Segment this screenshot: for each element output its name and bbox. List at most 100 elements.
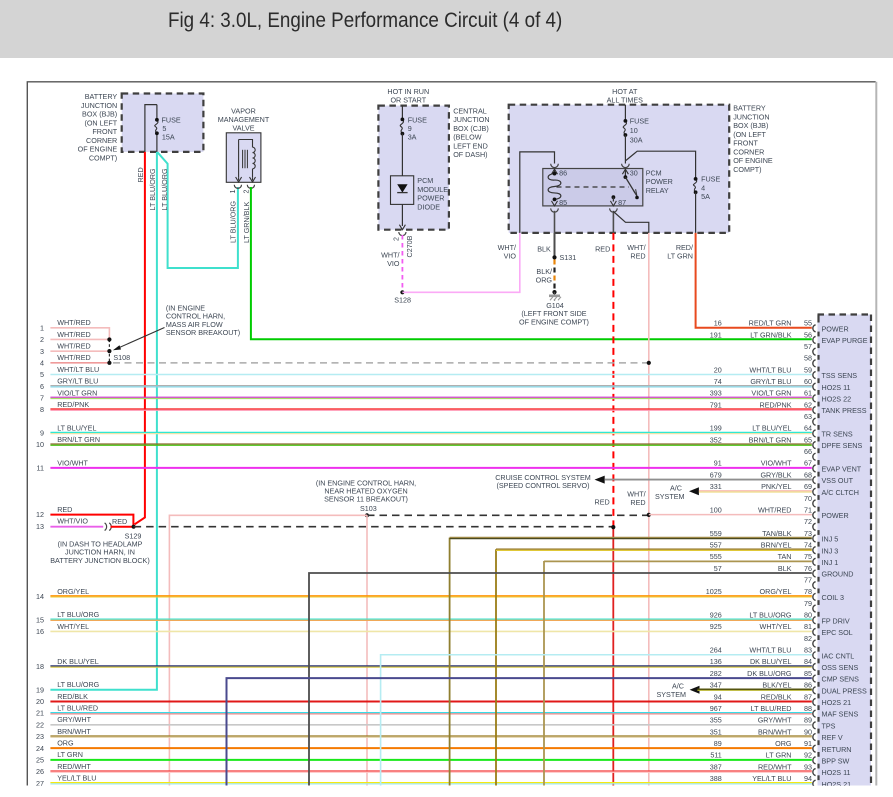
svg-text:LT BLU/RED: LT BLU/RED (57, 704, 98, 713)
svg-text:79: 79 (804, 599, 812, 608)
svg-text:SYSTEM: SYSTEM (655, 492, 685, 501)
svg-text:MODULE: MODULE (417, 185, 448, 194)
svg-text:VIO/WHT: VIO/WHT (761, 459, 792, 468)
svg-text:DIODE: DIODE (417, 202, 440, 211)
svg-text:ALL TIMES: ALL TIMES (607, 96, 644, 105)
svg-text:TR SENS: TR SENS (822, 429, 853, 438)
svg-text:CORNER: CORNER (733, 147, 764, 156)
svg-text:WHT/VIO: WHT/VIO (57, 517, 88, 526)
svg-text:EVAP PURGE: EVAP PURGE (822, 336, 868, 345)
svg-text:BRN/YEL: BRN/YEL (761, 540, 792, 549)
svg-text:100: 100 (710, 505, 722, 514)
svg-text:BLK: BLK (537, 244, 551, 253)
svg-text:VIO/LT GRN: VIO/LT GRN (751, 389, 791, 398)
svg-text:FUSE: FUSE (701, 175, 720, 184)
svg-text:LT BLU/YEL: LT BLU/YEL (57, 423, 96, 432)
svg-text:22: 22 (36, 720, 44, 729)
svg-text:10: 10 (36, 440, 44, 449)
svg-text:RED/LT GRN: RED/LT GRN (749, 319, 792, 328)
svg-text:91: 91 (714, 459, 722, 468)
svg-text:JUNCTION: JUNCTION (453, 115, 489, 124)
svg-text:74: 74 (804, 540, 812, 549)
svg-text:16: 16 (36, 627, 44, 636)
svg-text:GRY/LT BLU: GRY/LT BLU (57, 377, 98, 386)
svg-text:JUNCTION: JUNCTION (81, 101, 117, 110)
svg-text:RED: RED (630, 252, 645, 261)
svg-text:ORG: ORG (775, 739, 792, 748)
svg-text:VIO/LT GRN: VIO/LT GRN (57, 388, 97, 397)
svg-text:926: 926 (710, 611, 722, 620)
svg-text:60: 60 (804, 377, 812, 386)
svg-text:2: 2 (392, 237, 401, 241)
svg-text:85: 85 (804, 669, 812, 678)
svg-text:88: 88 (804, 704, 812, 713)
svg-text:LT BLU/ORG: LT BLU/ORG (160, 168, 169, 210)
svg-text:TAN/BLK: TAN/BLK (762, 529, 792, 538)
svg-text:15: 15 (36, 615, 44, 624)
svg-text:BRN/WHT: BRN/WHT (57, 727, 91, 736)
svg-text:23: 23 (36, 732, 44, 741)
svg-text:BRN/LT GRN: BRN/LT GRN (57, 435, 100, 444)
svg-text:67: 67 (804, 459, 812, 468)
svg-text:72: 72 (804, 517, 812, 526)
svg-text:HO2S 11: HO2S 11 (822, 768, 851, 777)
svg-text:POWER: POWER (822, 324, 849, 333)
svg-text:COMPT): COMPT) (733, 165, 761, 174)
svg-text:BRN/WHT: BRN/WHT (758, 727, 792, 736)
svg-text:FP DRIV: FP DRIV (822, 616, 850, 625)
svg-text:POWER: POWER (417, 194, 444, 203)
svg-text:331: 331 (710, 482, 722, 491)
svg-text:2: 2 (40, 335, 44, 344)
svg-text:393: 393 (710, 389, 722, 398)
svg-text:HOT IN RUN: HOT IN RUN (387, 87, 429, 96)
svg-text:94: 94 (804, 774, 812, 783)
svg-text:70: 70 (804, 494, 812, 503)
svg-text:MANAGEMENT: MANAGEMENT (218, 115, 270, 124)
svg-text:87: 87 (804, 692, 812, 701)
svg-text:3A: 3A (408, 132, 417, 141)
svg-text:57: 57 (714, 564, 722, 573)
svg-text:BOX (BJB): BOX (BJB) (82, 110, 117, 119)
svg-text:WHT/RED: WHT/RED (57, 330, 91, 339)
svg-text:347: 347 (710, 681, 722, 690)
svg-text:RED: RED (136, 167, 145, 182)
svg-text:BATTERY JUNCTION BLOCK): BATTERY JUNCTION BLOCK) (50, 556, 149, 565)
svg-text:83: 83 (804, 646, 812, 655)
svg-text:15A: 15A (162, 132, 175, 141)
svg-text:OR START: OR START (390, 96, 426, 105)
svg-text:63: 63 (804, 412, 812, 421)
svg-text:VSS OUT: VSS OUT (822, 476, 854, 485)
svg-text:ORG/YEL: ORG/YEL (760, 587, 792, 596)
svg-text:55: 55 (804, 319, 812, 328)
svg-text:A/C: A/C (670, 483, 682, 492)
svg-text:57: 57 (804, 342, 812, 351)
svg-text:18: 18 (36, 662, 44, 671)
svg-text:VALVE: VALVE (232, 124, 254, 133)
svg-text:JUNCTION: JUNCTION (733, 112, 769, 121)
svg-text:RED/BLK: RED/BLK (57, 692, 88, 701)
svg-text:IAC CNTL: IAC CNTL (822, 651, 855, 660)
svg-text:LT BLU/ORG: LT BLU/ORG (228, 201, 237, 243)
svg-text:SENSOR 11 BREAKOUT): SENSOR 11 BREAKOUT) (324, 494, 408, 503)
svg-text:1: 1 (228, 190, 237, 194)
svg-text:S131: S131 (560, 253, 577, 262)
svg-text:LT GRN/BLK: LT GRN/BLK (242, 202, 251, 243)
svg-text:92: 92 (804, 751, 812, 760)
svg-text:INJ 3: INJ 3 (822, 546, 839, 555)
svg-text:HO2S 11: HO2S 11 (822, 383, 851, 392)
svg-text:61: 61 (804, 389, 812, 398)
svg-text:OSS SENS: OSS SENS (822, 663, 859, 672)
svg-text:73: 73 (804, 529, 812, 538)
svg-text:DUAL PRESS: DUAL PRESS (822, 686, 867, 695)
svg-text:S108: S108 (113, 353, 130, 362)
svg-text:136: 136 (710, 657, 722, 666)
svg-text:A/C: A/C (672, 682, 684, 691)
svg-text:84: 84 (804, 657, 812, 666)
svg-text:S103: S103 (360, 504, 377, 513)
svg-text:75: 75 (804, 552, 812, 561)
svg-text:DK BLU/ORG: DK BLU/ORG (747, 669, 792, 678)
svg-text:GRY/BLK: GRY/BLK (760, 470, 791, 479)
svg-text:GRY/WHT: GRY/WHT (57, 715, 91, 724)
svg-text:POWER: POWER (822, 511, 849, 520)
svg-text:WHT/LT BLU: WHT/LT BLU (749, 365, 791, 374)
